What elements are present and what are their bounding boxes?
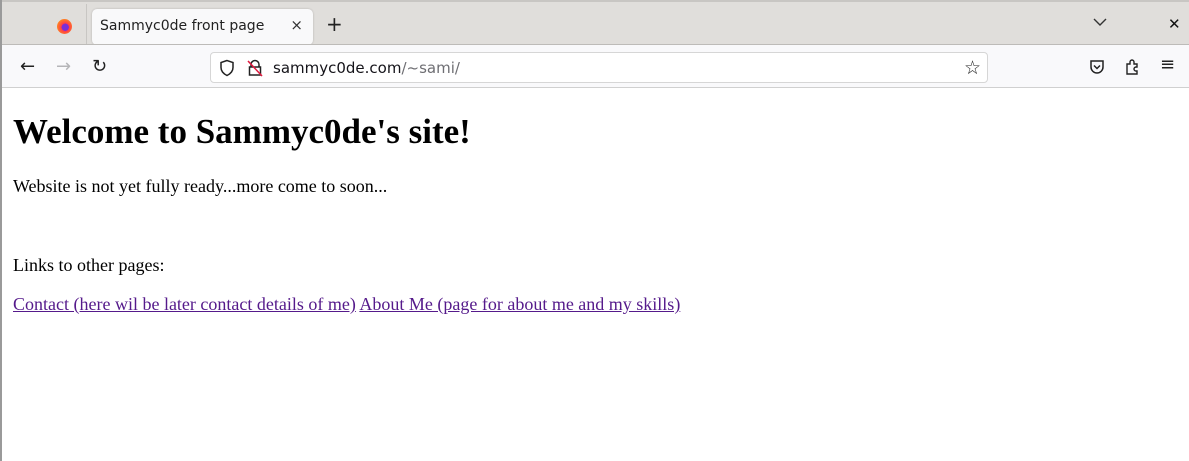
pocket-icon[interactable] — [1089, 59, 1105, 79]
reload-button[interactable]: ↻ — [92, 57, 107, 77]
new-tab-button[interactable]: + — [326, 14, 343, 34]
tab-active[interactable]: Sammyc0de front page × — [92, 9, 313, 45]
url-path: /~sami/ — [401, 59, 460, 77]
window-close-button[interactable]: ✕ — [1168, 15, 1181, 33]
bookmark-star-icon[interactable]: ☆ — [964, 57, 981, 79]
menu-hamburger-icon[interactable]: ≡ — [1160, 55, 1175, 75]
shield-icon[interactable] — [219, 59, 235, 81]
insecure-lock-icon[interactable] — [247, 59, 263, 81]
url-host: sammyc0de.com — [273, 59, 402, 77]
back-button[interactable]: ← — [20, 57, 35, 77]
url-text[interactable]: sammyc0de.com/~sami/ — [273, 59, 460, 77]
url-bar[interactable]: sammyc0de.com/~sami/ ☆ — [210, 52, 988, 83]
chevron-down-icon[interactable] — [1093, 15, 1107, 31]
firefox-logo-icon[interactable] — [57, 19, 72, 34]
notice-text: Website is not yet fully ready...more co… — [13, 176, 388, 196]
extensions-puzzle-icon[interactable] — [1125, 58, 1142, 79]
links-row: Contact (here wil be later contact detai… — [13, 294, 680, 315]
contact-link[interactable]: Contact (here wil be later contact detai… — [13, 294, 356, 314]
about-me-link[interactable]: About Me (page for about me and my skill… — [359, 294, 680, 314]
links-label: Links to other pages: — [13, 255, 165, 275]
tab-bar: Sammyc0de front page × + ✕ — [2, 0, 1189, 45]
page-heading: Welcome to Sammyc0de's site! — [13, 112, 471, 151]
navigation-toolbar: ← → ↻ sammyc0de.com/~sami/ ☆ ≡ — [2, 44, 1189, 88]
tab-title: Sammyc0de front page — [100, 18, 265, 34]
divider — [86, 4, 87, 44]
close-tab-icon[interactable]: × — [290, 16, 303, 34]
forward-button[interactable]: → — [56, 57, 71, 77]
